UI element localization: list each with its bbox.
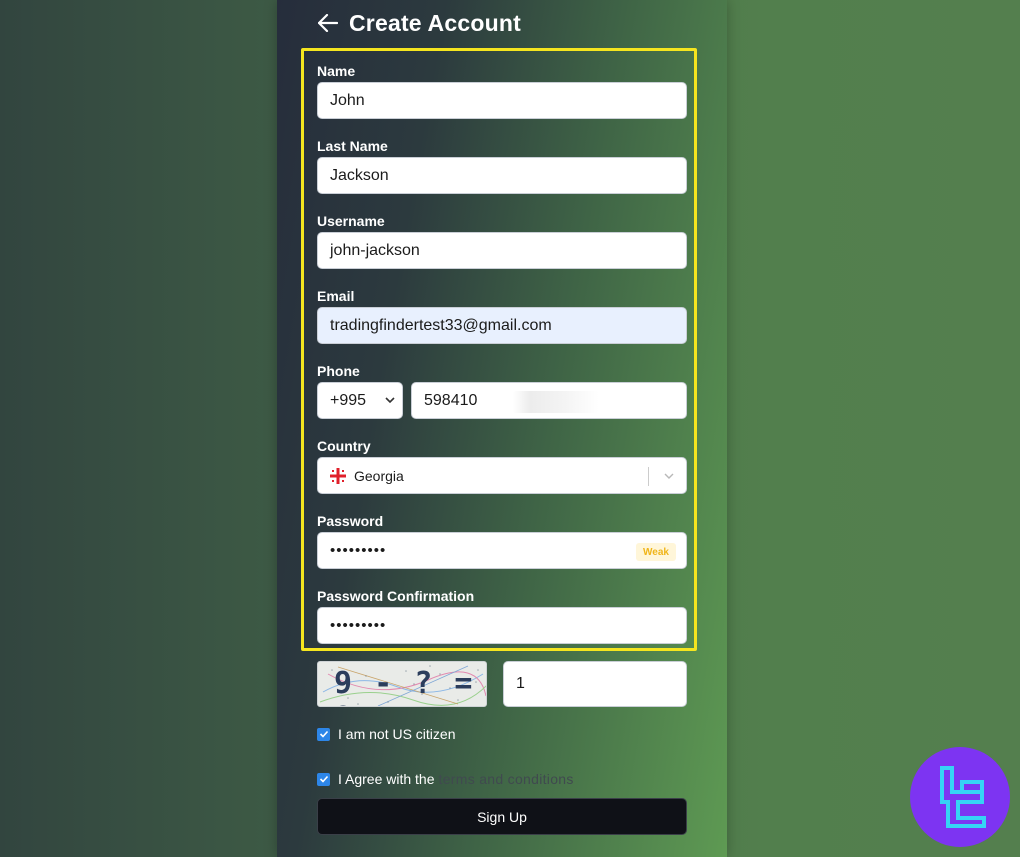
name-value: John [330, 91, 365, 109]
password-input[interactable]: ••••••••• [317, 532, 687, 569]
name-label: Name [317, 63, 356, 79]
captcha-answer-value: 1 [516, 675, 525, 692]
phone-code-select[interactable]: +995 [317, 382, 403, 419]
brand-logo [910, 747, 1010, 847]
country-label: Country [317, 438, 371, 454]
captcha-answer-input[interactable]: 1 [503, 661, 687, 707]
username-label: Username [317, 213, 385, 229]
check-icon [319, 775, 328, 783]
redacted-digits [513, 391, 599, 413]
username-input[interactable]: john-jackson [317, 232, 687, 269]
georgia-flag-icon [330, 467, 346, 484]
country-select[interactable]: Georgia [317, 457, 687, 494]
phone-number-value: 598410 [424, 391, 478, 409]
email-value: tradingfindertest33@gmail.com [330, 316, 552, 334]
email-input[interactable]: tradingfindertest33@gmail.com [317, 307, 687, 344]
header: Create Account [317, 8, 521, 38]
password-label: Password [317, 513, 384, 529]
select-separator [648, 467, 649, 486]
password-strength-badge: Weak [636, 543, 676, 561]
username-value: john-jackson [330, 241, 420, 259]
country-value: Georgia [354, 467, 404, 484]
name-input[interactable]: John [317, 82, 687, 119]
not-us-citizen-row: I am not US citizen [317, 726, 456, 742]
agree-terms-checkbox[interactable] [317, 772, 330, 786]
captcha-text: 9 - ? = 8 [334, 666, 475, 706]
tf-logo-icon [940, 766, 986, 828]
not-us-citizen-label: I am not US citizen [338, 726, 456, 742]
chevron-down-icon [385, 397, 395, 404]
phone-label: Phone [317, 363, 360, 379]
password-confirmation-input[interactable]: ••••••••• [317, 607, 687, 644]
page-title: Create Account [349, 9, 521, 36]
chevron-down-icon [664, 473, 674, 479]
check-icon [319, 730, 328, 738]
terms-link[interactable]: terms and conditions [439, 771, 574, 787]
email-label: Email [317, 288, 355, 304]
password-value: ••••••••• [330, 542, 387, 559]
last-name-label: Last Name [317, 138, 388, 154]
captcha-image: 9 - ? = 8 [317, 661, 487, 707]
sign-up-button[interactable]: Sign Up [317, 798, 687, 835]
not-us-citizen-checkbox[interactable] [317, 727, 330, 741]
password-confirmation-label: Password Confirmation [317, 588, 475, 604]
last-name-value: Jackson [330, 166, 389, 184]
password-confirmation-value: ••••••••• [330, 617, 387, 634]
phone-code-value: +995 [330, 391, 367, 409]
back-arrow-icon[interactable] [317, 12, 339, 34]
last-name-input[interactable]: Jackson [317, 157, 687, 194]
agree-terms-row: I Agree with the terms and conditions [317, 771, 574, 787]
agree-terms-label: I Agree with the [338, 771, 435, 787]
